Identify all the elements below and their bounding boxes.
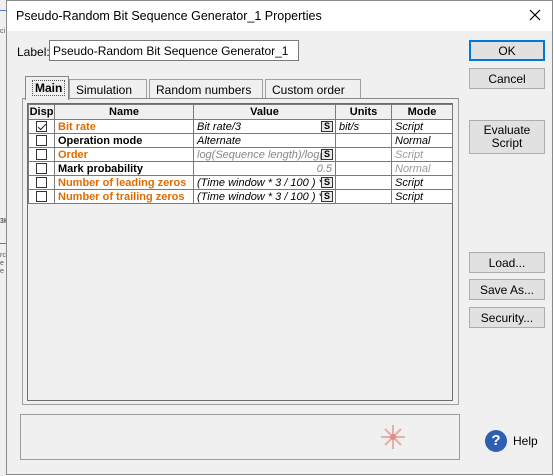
tab-label: Main — [32, 80, 66, 96]
parameter-table: Disp Name Value Units Mode Bit rate Bit … — [28, 104, 453, 204]
window-title: Pseudo-Random Bit Sequence Generator_1 P… — [16, 9, 322, 23]
script-button[interactable]: S — [321, 191, 333, 202]
parameter-grid: Disp Name Value Units Mode Bit rate Bit … — [27, 103, 453, 401]
param-mode[interactable]: Script — [391, 119, 453, 134]
param-mode[interactable]: Normal — [391, 133, 453, 148]
column-header-units[interactable]: Units — [335, 104, 392, 120]
help-button-label[interactable]: Help — [513, 434, 538, 448]
value-cell[interactable]: log(Sequence length)/log(2 S — [193, 147, 336, 162]
column-header-disp[interactable]: Disp — [28, 104, 55, 120]
table-header-row: Disp Name Value Units Mode — [28, 104, 453, 120]
param-units[interactable]: bit/s — [335, 119, 392, 134]
param-name: Order — [54, 147, 194, 162]
script-button[interactable]: S — [321, 149, 333, 160]
disp-cell — [28, 119, 55, 134]
close-icon[interactable] — [527, 7, 543, 23]
display-checkbox[interactable] — [36, 135, 47, 147]
column-header-mode[interactable]: Mode — [391, 104, 453, 120]
param-units[interactable] — [335, 133, 392, 148]
help-icon[interactable]: ? — [485, 430, 507, 452]
load-button[interactable]: Load... — [469, 252, 545, 273]
param-units[interactable] — [335, 189, 392, 204]
value-cell[interactable]: 0.5 — [193, 161, 336, 176]
param-value: Bit rate/3 — [197, 120, 242, 133]
value-cell[interactable]: Alternate — [193, 133, 336, 148]
table-row: Number of leading zeros (Time window * 3… — [28, 175, 453, 190]
edge-fragment: e — [0, 260, 4, 267]
table-row: Operation mode Alternate Normal — [28, 133, 453, 148]
param-mode[interactable]: Normal — [391, 161, 453, 176]
edge-fragment: rc — [0, 252, 6, 259]
disp-cell — [28, 161, 55, 176]
display-checkbox[interactable] — [36, 177, 47, 189]
param-name: Operation mode — [54, 133, 194, 148]
param-units[interactable] — [335, 175, 392, 190]
param-name: Number of leading zeros — [54, 175, 194, 190]
script-button[interactable]: S — [321, 177, 333, 188]
save-as-button[interactable]: Save As... — [469, 279, 545, 300]
display-checkbox[interactable] — [36, 121, 47, 133]
param-name: Bit rate — [54, 119, 194, 134]
security-button[interactable]: Security... — [469, 307, 545, 328]
disp-cell — [28, 133, 55, 148]
value-cell[interactable]: Bit rate/3 S — [193, 119, 336, 134]
script-button[interactable]: S — [321, 121, 333, 132]
param-mode[interactable]: Script — [391, 189, 453, 204]
column-header-value[interactable]: Value — [193, 104, 336, 120]
value-cell[interactable]: (Time window * 3 / 100 ) * BS — [193, 189, 336, 204]
tab-simulation[interactable]: Simulation — [69, 79, 147, 99]
disp-cell — [28, 175, 55, 190]
tab-random-numbers[interactable]: Random numbers — [149, 79, 263, 99]
tab-custom-order[interactable]: Custom order — [265, 79, 361, 99]
label-caption: Label: — [17, 45, 50, 59]
cancel-button[interactable]: Cancel — [469, 68, 545, 89]
param-value: Alternate — [197, 134, 242, 147]
watermark-logo — [381, 425, 405, 449]
param-value: log(Sequence length)/log(2 — [197, 148, 330, 161]
param-name: Mark probability — [54, 161, 194, 176]
tab-label: Simulation — [76, 83, 133, 97]
table-row: Mark probability 0.5 Normal — [28, 161, 453, 176]
param-value: (Time window * 3 / 100 ) * B — [197, 176, 334, 189]
evaluate-script-button[interactable]: Evaluate Script — [469, 120, 545, 154]
table-row: Order log(Sequence length)/log(2 S Script — [28, 147, 453, 162]
display-checkbox[interactable] — [36, 191, 47, 203]
param-name: Number of trailing zeros — [54, 189, 194, 204]
disp-cell — [28, 189, 55, 204]
edge-fragment: e — [0, 268, 4, 275]
disp-cell — [28, 147, 55, 162]
param-value: 0.5 — [316, 162, 332, 175]
tab-main[interactable]: Main — [25, 76, 69, 100]
title-bar: Pseudo-Random Bit Sequence Generator_1 P… — [7, 1, 552, 31]
display-checkbox[interactable] — [36, 149, 47, 161]
param-units[interactable] — [335, 147, 392, 162]
label-input[interactable] — [49, 40, 299, 61]
param-units[interactable] — [335, 161, 392, 176]
value-cell[interactable]: (Time window * 3 / 100 ) * BS — [193, 175, 336, 190]
edge-fragment: ci — [0, 28, 6, 35]
param-mode[interactable]: Script — [391, 175, 453, 190]
table-row: Bit rate Bit rate/3 S bit/s Script — [28, 119, 453, 134]
param-mode[interactable]: Script — [391, 147, 453, 162]
column-header-name[interactable]: Name — [54, 104, 194, 120]
tab-label: Custom order — [272, 83, 345, 97]
display-checkbox[interactable] — [36, 163, 47, 175]
properties-dialog: Pseudo-Random Bit Sequence Generator_1 P… — [6, 0, 553, 475]
param-value: (Time window * 3 / 100 ) * B — [197, 190, 334, 203]
table-row: Number of trailing zeros (Time window * … — [28, 189, 453, 204]
main-tab-panel: Disp Name Value Units Mode Bit rate Bit … — [22, 98, 459, 405]
tab-label: Random numbers — [156, 83, 252, 97]
ok-button[interactable]: OK — [469, 40, 545, 61]
